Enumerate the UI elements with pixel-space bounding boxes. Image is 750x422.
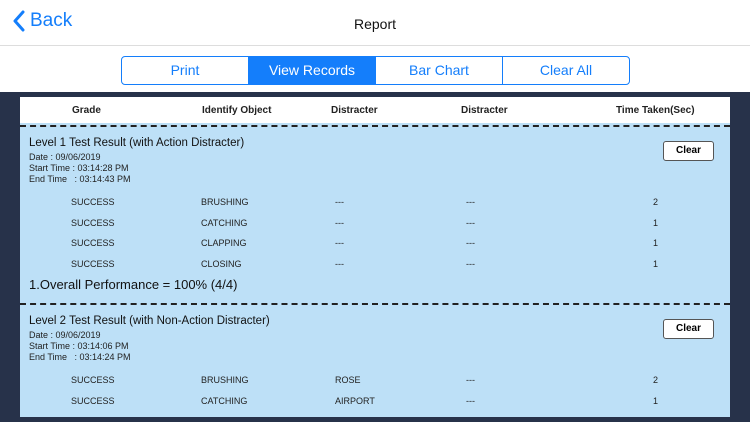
clear-button[interactable]: Clear	[663, 141, 714, 161]
page-title: Report	[353, 16, 397, 32]
table-cell: 2	[653, 375, 659, 385]
table-row: SUCCESS CATCHING --- --- 1	[20, 214, 730, 234]
table-row: SUCCESS CLOSING --- --- 1	[20, 255, 730, 275]
table-cell: BRUSHING	[201, 197, 249, 207]
tab-bar-chart[interactable]: Bar Chart	[376, 57, 503, 84]
table-cell: BRUSHING	[201, 375, 249, 385]
records-panel: Grade Identify Object Distracter Distrac…	[20, 97, 730, 417]
table-cell: CLOSING	[201, 258, 242, 269]
result-section: Level 2 Test Result (with Non-Action Dis…	[20, 305, 730, 414]
column-time-taken: Time Taken(Sec)	[616, 105, 695, 116]
table-cell: 1	[653, 258, 659, 269]
section-date: Date : 09/06/2019	[29, 330, 101, 340]
result-section: Level 1 Test Result (with Action Distrac…	[20, 127, 730, 301]
segmented-control: Print View Records Bar Chart Clear All	[121, 56, 630, 85]
table-cell: SUCCESS	[71, 375, 115, 385]
segment-bar: Print View Records Bar Chart Clear All	[0, 46, 750, 92]
table-cell: SUCCESS	[71, 395, 115, 406]
tab-view-records[interactable]: View Records	[249, 57, 376, 84]
table-cell: SUCCESS	[71, 258, 115, 269]
column-identify-object: Identify Object	[202, 105, 272, 116]
table-cell: CATCHING	[201, 217, 248, 228]
table-cell: SUCCESS	[71, 238, 115, 248]
table-cell: 1	[653, 217, 659, 228]
section-title: Level 1 Test Result (with Action Distrac…	[29, 137, 245, 149]
section-date: Date : 09/06/2019	[29, 152, 101, 162]
table-cell: AIRPORT	[335, 395, 375, 406]
table-cell: 2	[653, 197, 659, 207]
table-cell: CLAPPING	[201, 238, 247, 248]
table-cell: 1	[653, 238, 659, 248]
table-cell: ---	[466, 395, 475, 406]
section-start-time: Start Time : 03:14:28 PM	[29, 163, 129, 173]
tab-clear-all[interactable]: Clear All	[503, 57, 629, 84]
table-cell: ---	[466, 238, 475, 248]
table-row: SUCCESS BRUSHING ROSE --- 2	[20, 371, 730, 391]
tab-print[interactable]: Print	[122, 57, 249, 84]
table-cell: ---	[335, 238, 344, 248]
overall-performance: 1.Overall Performance = 100% (4/4)	[29, 277, 238, 292]
section-start-time: Start Time : 03:14:06 PM	[29, 341, 129, 351]
column-distracter-1: Distracter	[331, 105, 378, 116]
table-cell: ---	[466, 217, 475, 228]
section-end-time: End Time : 03:14:43 PM	[29, 174, 131, 184]
table-cell: ---	[466, 375, 475, 385]
table-row: SUCCESS CATCHING AIRPORT --- 1	[20, 392, 730, 412]
table-row: SUCCESS CLAPPING --- --- 1	[20, 234, 730, 254]
table-cell: 1	[653, 395, 659, 406]
table-cell: ---	[335, 217, 344, 228]
column-grade: Grade	[72, 105, 101, 116]
table-cell: SUCCESS	[71, 217, 115, 228]
table-cell: SUCCESS	[71, 197, 115, 207]
clear-button[interactable]: Clear	[663, 319, 714, 339]
column-distracter-2: Distracter	[461, 105, 508, 116]
table-header: Grade Identify Object Distracter Distrac…	[20, 97, 730, 123]
section-title: Level 2 Test Result (with Non-Action Dis…	[29, 315, 270, 327]
section-end-time: End Time : 03:14:24 PM	[29, 352, 131, 362]
table-cell: ---	[335, 258, 344, 269]
table-cell: ---	[466, 197, 475, 207]
table-cell: CATCHING	[201, 395, 248, 406]
table-cell: ---	[466, 258, 475, 269]
table-row: SUCCESS BRUSHING --- --- 2	[20, 193, 730, 213]
table-cell: ---	[335, 197, 344, 207]
table-cell: ROSE	[335, 375, 361, 385]
navigation-bar: Back Report	[0, 0, 750, 46]
